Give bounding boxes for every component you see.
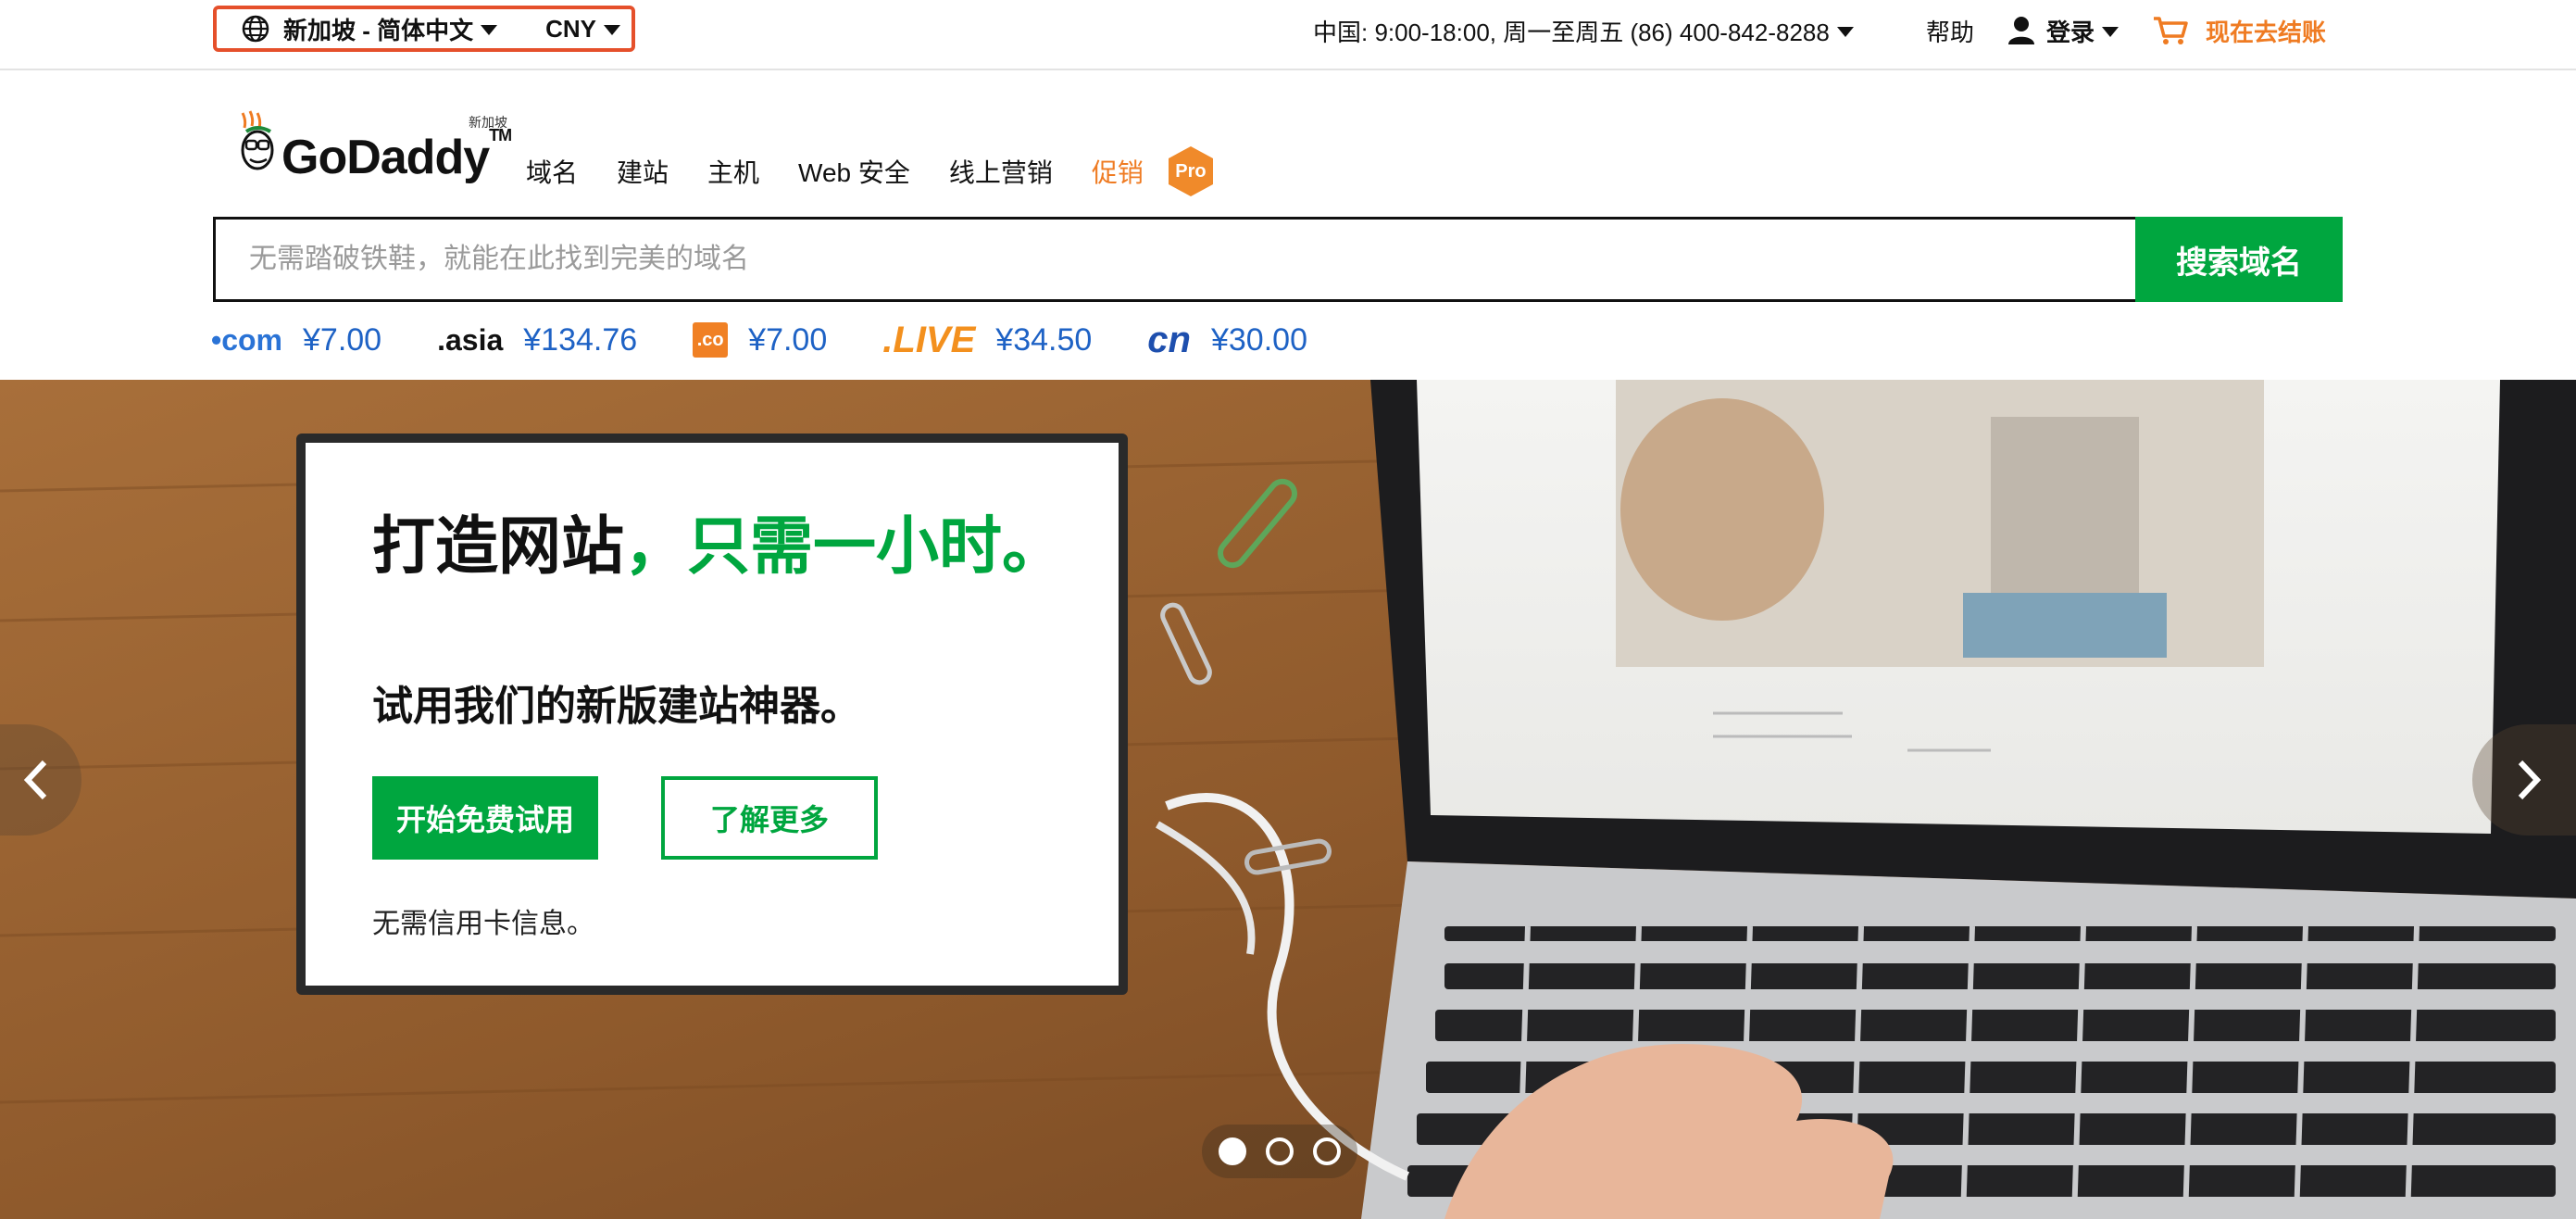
tld-live-logo: .LIVE: [882, 319, 976, 360]
caret-down-icon: [604, 24, 621, 35]
help-link[interactable]: 帮助: [1926, 0, 1974, 61]
domain-search: 搜索域名: [213, 217, 2343, 302]
nav-websites[interactable]: 建站: [617, 153, 669, 190]
search-domain-button[interactable]: 搜索域名: [2135, 217, 2343, 302]
carousel-next-button[interactable]: [2472, 724, 2576, 836]
cart-icon: [2154, 17, 2188, 44]
tld-asia-logo: .asia: [437, 322, 504, 357]
hero-carousel: 打造网站，只需一小时。 试用我们的新版建站神器。 开始免费试用 了解更多 无需信…: [0, 380, 2576, 1219]
logo-wordmark: GoDaddyTM: [281, 126, 512, 185]
currency-label: CNY: [545, 14, 597, 43]
locale-currency-selector: 新加坡 - 简体中文 CNY: [213, 6, 635, 52]
nav-domains[interactable]: 域名: [526, 153, 578, 190]
nav-promotions[interactable]: 促销: [1092, 153, 1144, 190]
tld-asia-price: ¥134.76: [523, 321, 638, 358]
carousel-dot-1[interactable]: [1219, 1137, 1247, 1165]
hero-title-green: ，只需一小时。: [624, 511, 1066, 582]
user-icon: [2008, 17, 2034, 44]
locale-dropdown[interactable]: 新加坡 - 简体中文: [217, 12, 498, 46]
hero-promo-card: 打造网站，只需一小时。 试用我们的新版建站神器。 开始免费试用 了解更多 无需信…: [296, 434, 1128, 995]
globe-icon: [242, 15, 269, 43]
nav-security[interactable]: Web 安全: [798, 153, 910, 190]
logo-trademark: TM: [489, 126, 512, 145]
hero-note: 无需信用卡信息。: [372, 909, 594, 939]
tld-asia[interactable]: .asia ¥134.76: [437, 322, 637, 358]
chevron-left-icon: [23, 760, 47, 800]
tld-co-logo: .co: [693, 322, 729, 358]
pro-badge[interactable]: Pro: [1166, 145, 1216, 198]
hero-title-black: 打造网站: [372, 511, 625, 582]
start-free-trial-button[interactable]: 开始免费试用: [372, 776, 598, 860]
hero-title: 打造网站，只需一小时。: [372, 509, 1076, 584]
tld-co-price: ¥7.00: [748, 321, 828, 358]
tld-com-logo: •com: [211, 322, 282, 357]
caret-down-icon: [1836, 26, 1854, 37]
help-label: 帮助: [1926, 18, 1975, 46]
pro-badge-label: Pro: [1175, 160, 1207, 182]
currency-dropdown[interactable]: CNY: [545, 14, 621, 44]
tld-co[interactable]: .co ¥7.00: [693, 322, 827, 358]
carousel-dot-2[interactable]: [1265, 1137, 1294, 1165]
tld-cn[interactable]: cn ¥30.00: [1147, 320, 1307, 361]
tld-com-price: ¥7.00: [303, 321, 382, 358]
support-phone-text: 中国: 9:00-18:00, 周一至周五 (86) 400-842-8288: [1313, 18, 1830, 46]
carousel-indicators: [1202, 1125, 1357, 1178]
login-label: 登录: [2046, 18, 2095, 46]
locale-label: 新加坡 - 简体中文: [283, 16, 474, 44]
nav-hosting[interactable]: 主机: [707, 153, 759, 190]
top-utility-bar: 新加坡 - 简体中文 CNY 中国: 9:00-18:00, 周一至周五 (86…: [0, 0, 2576, 70]
tld-live[interactable]: .LIVE ¥34.50: [882, 320, 1092, 361]
caret-down-icon: [2102, 26, 2120, 37]
tld-com[interactable]: •com ¥7.00: [211, 322, 381, 358]
support-phone-dropdown[interactable]: 中国: 9:00-18:00, 周一至周五 (86) 400-842-8288: [1313, 0, 1854, 61]
logo-brand-text: GoDaddy: [281, 131, 490, 184]
carousel-dot-3[interactable]: [1312, 1137, 1341, 1165]
login-dropdown[interactable]: 登录: [2006, 0, 2120, 61]
godaddy-logo[interactable]: 新加坡 GoDaddyTM: [237, 109, 512, 193]
checkout-label: 现在去结账: [2206, 18, 2327, 46]
tld-cn-logo: cn: [1147, 319, 1191, 360]
hero-subtitle: 试用我们的新版建站神器。: [372, 684, 861, 729]
learn-more-button[interactable]: 了解更多: [661, 776, 878, 860]
nav-marketing[interactable]: 线上营销: [949, 153, 1053, 190]
godaddy-mascot-icon: [241, 110, 274, 170]
tld-price-list: •com ¥7.00 .asia ¥134.76 .co ¥7.00 .LIVE…: [211, 319, 1363, 361]
tld-live-price: ¥34.50: [995, 321, 1093, 358]
checkout-link[interactable]: 现在去结账: [2152, 0, 2326, 61]
domain-search-input[interactable]: [213, 217, 2135, 302]
tld-cn-price: ¥30.00: [1210, 321, 1307, 358]
main-nav: 域名 建站 主机 Web 安全 线上营销 促销 Pro: [526, 145, 1216, 198]
chevron-right-icon: [2518, 760, 2542, 800]
caret-down-icon: [481, 24, 498, 35]
